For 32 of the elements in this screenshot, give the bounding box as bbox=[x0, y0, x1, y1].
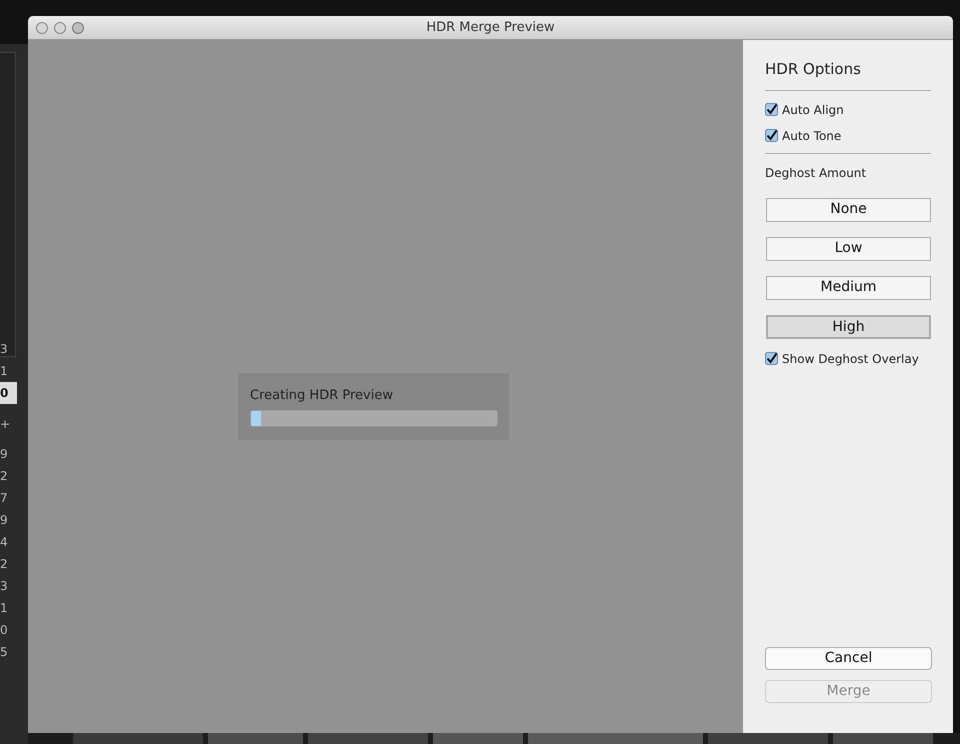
row-number: 9 bbox=[0, 512, 9, 529]
row-number: 0 bbox=[0, 622, 9, 639]
row-number: 2 bbox=[0, 468, 9, 485]
checkbox-icon[interactable] bbox=[765, 129, 778, 142]
row-number: 7 bbox=[0, 490, 9, 507]
checkbox[interactable]: Auto Tone bbox=[765, 126, 931, 144]
dialog-button[interactable]: Cancel bbox=[765, 647, 932, 670]
checkbox-icon[interactable] bbox=[765, 352, 778, 365]
deghost-option-button[interactable]: High bbox=[766, 314, 931, 338]
row-number: 3 bbox=[0, 578, 9, 595]
row-number: 4 bbox=[0, 534, 9, 551]
checkbox-icon[interactable] bbox=[765, 103, 778, 116]
close-icon[interactable] bbox=[36, 22, 48, 34]
row-number: 2 bbox=[0, 556, 9, 573]
progress-label: Creating HDR Preview bbox=[250, 387, 394, 405]
deghost-option-button[interactable]: Low bbox=[766, 236, 931, 260]
checkbox[interactable]: Show Deghost Overlay bbox=[765, 350, 931, 368]
panel-title: HDR Options bbox=[765, 58, 931, 90]
deghost-label: Deghost Amount bbox=[765, 164, 868, 182]
deghost-option-button[interactable]: Medium bbox=[766, 276, 931, 300]
row-number: 1 bbox=[0, 600, 9, 617]
checkbox[interactable]: Auto Align bbox=[765, 100, 931, 118]
row-number: 0 bbox=[0, 382, 17, 404]
zoom-icon[interactable] bbox=[72, 22, 84, 34]
row-number: 3 bbox=[0, 341, 9, 358]
window-title: HDR Merge Preview bbox=[426, 20, 555, 35]
deghost-option-button[interactable]: None bbox=[766, 198, 931, 222]
row-number: 5 bbox=[0, 644, 9, 661]
row-number: 1 bbox=[0, 363, 9, 380]
row-number: 9 bbox=[0, 446, 9, 463]
minimize-icon[interactable] bbox=[54, 22, 66, 34]
row-number: + bbox=[0, 416, 12, 433]
